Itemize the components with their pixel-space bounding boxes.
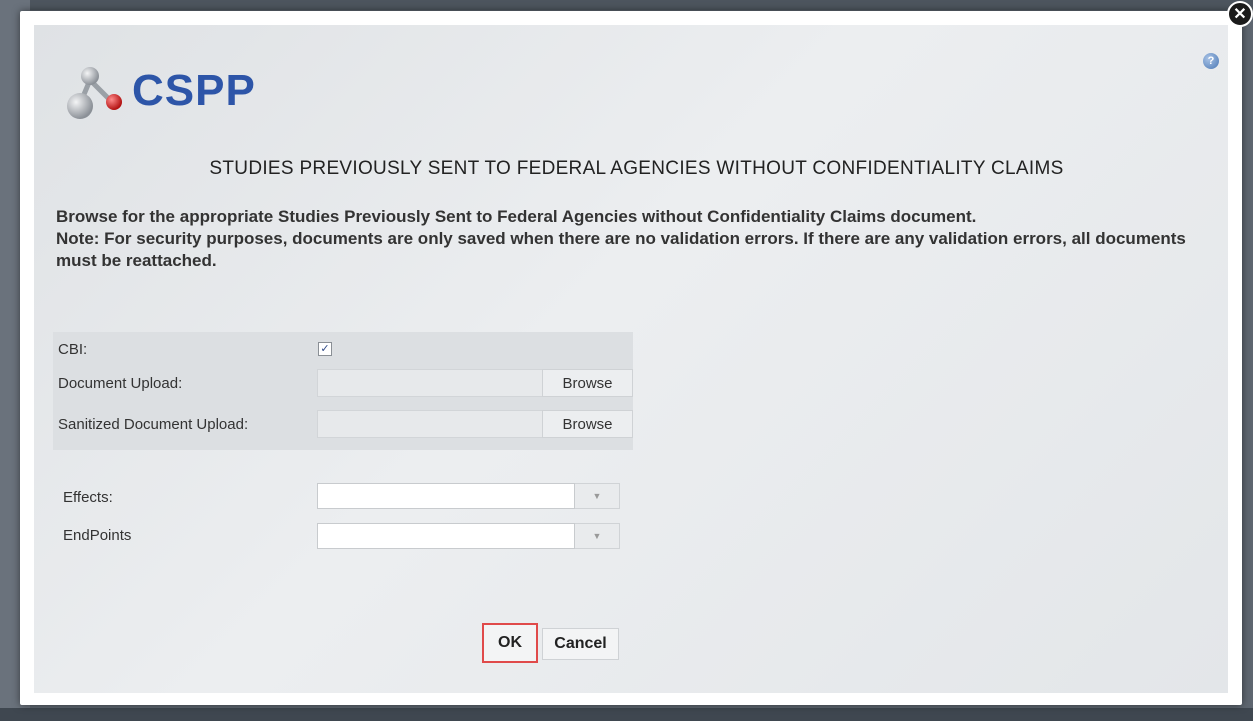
document-browse-button[interactable]: Browse	[542, 369, 633, 397]
document-upload-label: Document Upload:	[58, 375, 183, 392]
instructions: Browse for the appropriate Studies Previ…	[56, 206, 1206, 272]
brand-title: CSPP	[132, 66, 256, 115]
background-footer	[0, 708, 1253, 721]
endpoints-combo[interactable]: ▼	[317, 523, 620, 549]
dialog-heading: STUDIES PREVIOUSLY SENT TO FEDERAL AGENC…	[209, 158, 1064, 179]
endpoints-input[interactable]	[317, 523, 575, 549]
document-upload-field[interactable]	[317, 369, 543, 397]
chevron-down-icon[interactable]: ▼	[575, 483, 620, 509]
close-icon[interactable]: ✕	[1227, 1, 1253, 27]
instruction-text: Browse for the appropriate Studies Previ…	[56, 207, 977, 226]
effects-combo[interactable]: ▼	[317, 483, 620, 509]
cspp-logo-icon	[67, 67, 122, 119]
endpoints-label: EndPoints	[63, 527, 132, 544]
cbi-label: CBI:	[58, 341, 88, 358]
ok-button[interactable]: OK	[482, 623, 538, 663]
help-icon[interactable]: ?	[1203, 53, 1219, 69]
background-header	[0, 0, 1253, 10]
sanitized-upload-field[interactable]	[317, 410, 543, 438]
cbi-checkbox[interactable]: ✓	[318, 342, 332, 356]
sanitized-upload-label: Sanitized Document Upload:	[58, 416, 249, 433]
cancel-button[interactable]: Cancel	[542, 628, 619, 660]
security-note: Note: For security purposes, documents a…	[56, 229, 1186, 270]
chevron-down-icon[interactable]: ▼	[575, 523, 620, 549]
effects-input[interactable]	[317, 483, 575, 509]
sanitized-browse-button[interactable]: Browse	[542, 410, 633, 438]
effects-label: Effects:	[63, 489, 113, 506]
